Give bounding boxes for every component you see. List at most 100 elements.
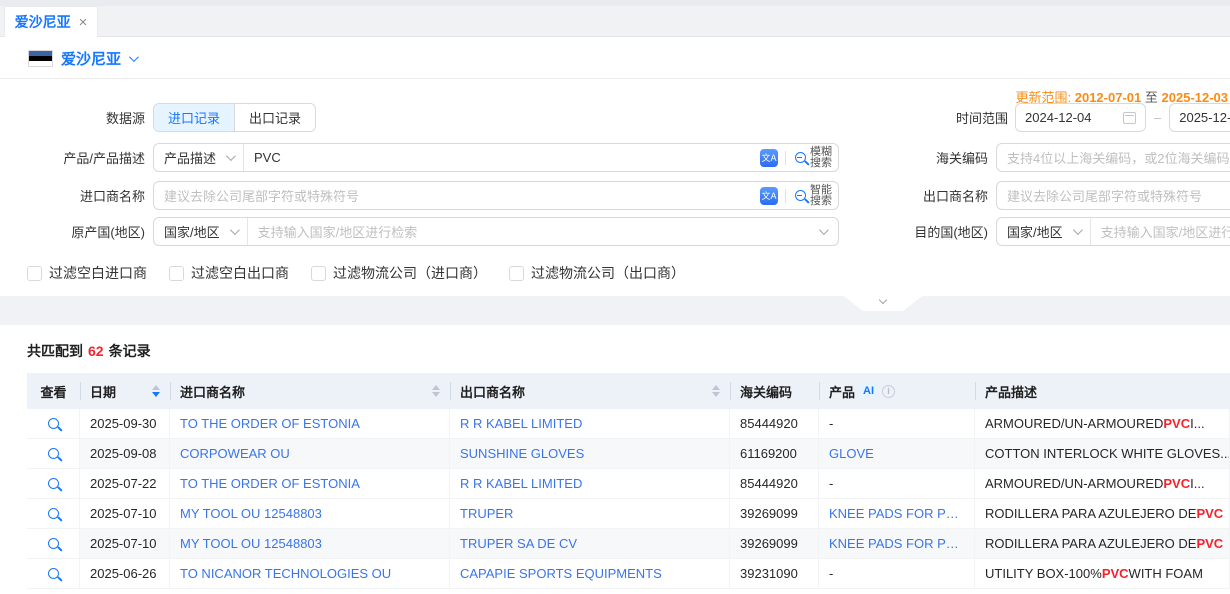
view-record-icon[interactable] [48,508,59,519]
product-link[interactable]: KNEE PADS FOR PVC T... [829,506,964,521]
filter-checkbox-row: 过滤空白进口商 过滤空白出口商 过滤物流公司（进口商） 过滤物流公司（出口商） [27,263,685,283]
exporter-link[interactable]: CAPAPIE SPORTS EQUIPMENTS [460,566,662,581]
info-icon[interactable] [882,385,895,398]
summary-suffix: 条记录 [109,343,151,359]
translate-icon[interactable]: 文A [760,187,778,205]
hs-code-input[interactable]: 支持4位以上海关编码，或2位海关编码加上 [996,143,1230,172]
description-cell: RODILLERA PARA AZULEJERO DE PVC [975,529,1230,558]
caret-down-icon [712,392,720,397]
column-label: 产品描述 [985,382,1037,401]
tab-export-records[interactable]: 出口记录 [234,104,315,131]
hs-code-cell: 39269099 [730,499,819,528]
exporter-link[interactable]: R R KABEL LIMITED [460,476,582,491]
translate-icon[interactable]: 文A [760,149,778,167]
exporter-link[interactable]: SUNSHINE GLOVES [460,446,584,461]
tab-import-records[interactable]: 进口记录 [154,104,234,131]
divider [785,151,786,165]
product-search-input[interactable]: PVC [244,150,760,165]
product-cell: - [819,409,975,438]
importer-link[interactable]: TO THE ORDER OF ESTONIA [180,416,360,431]
filter-checkbox-0[interactable]: 过滤空白进口商 [27,263,147,283]
description-highlight: PVC [1163,476,1190,491]
caret-up-icon [152,385,160,390]
product-field-select[interactable]: 产品描述 [154,144,244,171]
checkbox-icon[interactable] [509,266,524,281]
trade-data-page: 爱沙尼亚 × 爱沙尼亚 更新范围: 2012-07-01 至 2025-12-0… [0,0,1230,594]
chevron-down-icon [129,52,139,62]
column-header-1[interactable]: 日期 [80,373,170,409]
exporter-input[interactable]: 建议去除公司尾部字符或特殊符号 [996,181,1230,210]
sort-icon[interactable] [712,385,720,397]
table-row-1: 2025-09-08CORPOWEAR OUSUNSHINE GLOVES611… [27,439,1230,469]
exporter-link[interactable]: R R KABEL LIMITED [460,416,582,431]
hs-code-placeholder: 支持4位以上海关编码，或2位海关编码加上 [1007,148,1230,167]
end-date-input[interactable]: 2025-12-03 [1169,103,1230,132]
tab-estonia[interactable]: 爱沙尼亚 × [4,6,98,37]
exporter-link[interactable]: TRUPER SA DE CV [460,536,577,551]
country-name: 爱沙尼亚 [61,48,121,69]
destination-input[interactable]: 支持输入国家/地区进行检索 [1091,222,1230,241]
view-cell [27,409,80,438]
description-text: RODILLERA PARA AZULEJERO DE [985,536,1196,551]
country-selector[interactable]: 爱沙尼亚 [28,48,136,69]
checkbox-icon[interactable] [311,266,326,281]
view-record-icon[interactable] [48,538,59,549]
product-value: - [829,416,833,431]
importer-cell: CORPOWEAR OU [170,439,450,468]
checkbox-label: 过滤物流公司（出口商） [531,263,685,283]
exporter-link[interactable]: TRUPER [460,506,513,521]
importer-link[interactable]: CORPOWEAR OU [180,446,290,461]
destination-select-value: 国家/地区 [1007,222,1063,241]
importer-search-box: 建议去除公司尾部字符或特殊符号 文A 智能搜索 [153,181,839,210]
importer-row: 进口商名称 建议去除公司尾部字符或特殊符号 文A 智能搜索 [0,181,839,210]
view-record-icon[interactable] [48,418,59,429]
date-cell: 2025-07-22 [80,469,170,498]
importer-link[interactable]: MY TOOL OU 12548803 [180,536,322,551]
view-cell [27,559,80,588]
filter-checkbox-1[interactable]: 过滤空白出口商 [169,263,289,283]
description-text: UTILITY BOX-100% [985,566,1102,581]
origin-country-select[interactable]: 国家/地区 [154,218,248,245]
origin-select-box: 国家/地区 支持输入国家/地区进行检索 [153,217,839,246]
view-record-icon[interactable] [48,568,59,579]
start-date-input[interactable]: 2024-12-04 [1015,103,1146,132]
checkbox-icon[interactable] [27,266,42,281]
view-record-icon[interactable] [48,478,59,489]
destination-country-select[interactable]: 国家/地区 [997,218,1091,245]
close-icon[interactable]: × [79,15,88,30]
origin-input[interactable]: 支持输入国家/地区进行检索 [248,222,819,241]
importer-link[interactable]: MY TOOL OU 12548803 [180,506,322,521]
smart-search-button[interactable]: 智能搜索 [793,185,838,207]
view-record-icon[interactable] [48,448,59,459]
column-header-3[interactable]: 出口商名称 [450,373,730,409]
importer-link[interactable]: TO NICANOR TECHNOLOGIES OU [180,566,391,581]
description-text: ARMOURED/UN-ARMOURED [985,416,1163,431]
importer-input[interactable]: 建议去除公司尾部字符或特殊符号 [154,186,760,205]
product-link[interactable]: KNEE PADS FOR PVC T... [829,536,964,551]
hs-code-cell: 85444920 [730,469,819,498]
table-body: 2025-09-30TO THE ORDER OF ESTONIAR R KAB… [27,409,1230,589]
importer-label: 进口商名称 [0,186,145,205]
column-label: 日期 [90,382,116,401]
product-cell: KNEE PADS FOR PVC T... [819,529,975,558]
importer-placeholder: 建议去除公司尾部字符或特殊符号 [164,189,359,204]
filter-checkbox-3[interactable]: 过滤物流公司（出口商） [509,263,685,283]
product-link[interactable]: GLOVE [829,446,874,461]
product-cell: KNEE PADS FOR PVC T... [819,499,975,528]
table-row-3: 2025-07-10MY TOOL OU 12548803TRUPER39269… [27,499,1230,529]
chevron-down-icon [226,151,236,161]
hs-code-cell: 39231090 [730,559,819,588]
sort-icon[interactable] [432,385,440,397]
column-label: 产品 [829,382,855,401]
collapse-band [0,296,1230,325]
collapse-panel-toggle[interactable] [844,296,922,311]
importer-link[interactable]: TO THE ORDER OF ESTONIA [180,476,360,491]
sort-icon[interactable] [152,385,160,397]
destination-select-box: 国家/地区 支持输入国家/地区进行检索 [996,217,1230,246]
checkbox-icon[interactable] [169,266,184,281]
fuzzy-search-button[interactable]: 模糊搜索 [793,147,838,169]
filter-checkbox-2[interactable]: 过滤物流公司（进口商） [311,263,487,283]
exporter-cell: R R KABEL LIMITED [450,409,730,438]
column-header-2[interactable]: 进口商名称 [170,373,450,409]
column-header-0: 查看 [27,373,80,409]
